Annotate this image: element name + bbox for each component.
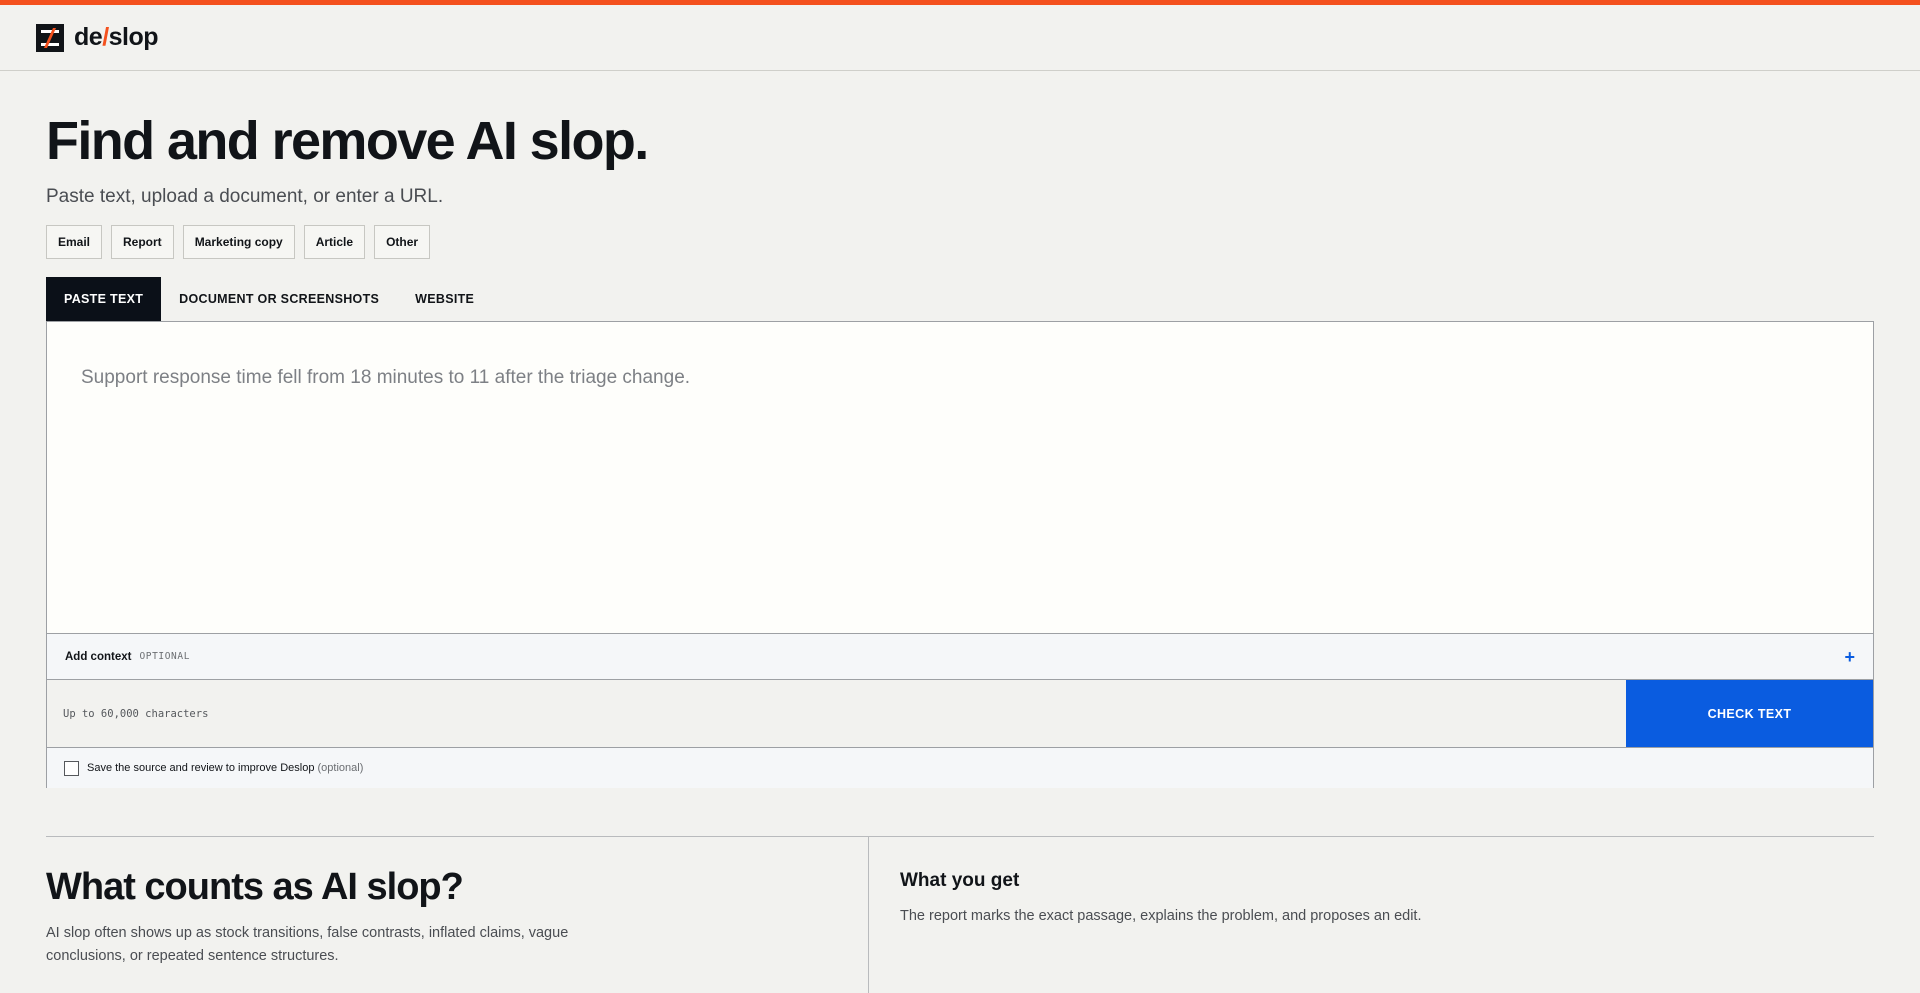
- text-input-placeholder: Support response time fell from 18 minut…: [81, 367, 691, 388]
- optional-tag: OPTIONAL: [139, 651, 191, 662]
- tab-paste-text[interactable]: PASTE TEXT: [46, 277, 162, 321]
- add-context-toggle[interactable]: Add context OPTIONAL +: [47, 634, 1873, 680]
- character-limit-note: Up to 60,000 characters: [63, 707, 209, 720]
- what-you-get-body: The report marks the exact passage, expl…: [900, 908, 1422, 924]
- tab-website[interactable]: WEBSITE: [397, 277, 492, 321]
- what-you-get-title: What you get: [900, 870, 1020, 891]
- chip-marketing-copy[interactable]: Marketing copy: [182, 225, 295, 259]
- logo-wordmark: de/slop: [74, 23, 159, 51]
- section-divider: [46, 836, 1874, 837]
- input-panel: Support response time fell from 18 minut…: [46, 321, 1874, 788]
- column-divider: [868, 837, 869, 993]
- chip-other[interactable]: Other: [374, 225, 431, 259]
- logo-link[interactable]: de/slop: [36, 23, 159, 52]
- page-subtitle: Paste text, upload a document, or enter …: [46, 186, 444, 207]
- info-section-body: AI slop often shows up as stock transiti…: [46, 925, 569, 964]
- check-text-button[interactable]: CHECK TEXT: [1626, 680, 1873, 747]
- save-consent-label: Save the source and review to improve De…: [87, 762, 364, 774]
- save-consent-checkbox[interactable]: [64, 760, 79, 776]
- info-section-title: What counts as AI slop?: [46, 866, 464, 908]
- text-input-area[interactable]: Support response time fell from 18 minut…: [47, 322, 1873, 634]
- tab-document-or-screenshots[interactable]: DOCUMENT OR SCREENSHOTS: [161, 277, 397, 321]
- site-header: de/slop: [0, 5, 1920, 71]
- page-title: Find and remove AI slop.: [46, 111, 649, 171]
- plus-icon[interactable]: +: [1844, 648, 1855, 666]
- chip-email[interactable]: Email: [46, 225, 103, 259]
- chip-article[interactable]: Article: [303, 225, 366, 259]
- chip-report[interactable]: Report: [111, 225, 174, 259]
- document-type-chips: Email Report Marketing copy Article Othe…: [46, 225, 431, 259]
- action-bar: Up to 60,000 characters CHECK TEXT: [47, 680, 1873, 748]
- logo-mark-icon: [36, 23, 64, 52]
- add-context-label: Add context: [65, 650, 132, 663]
- save-consent-row: Save the source and review to improve De…: [47, 748, 1873, 788]
- input-mode-tabs: PASTE TEXT DOCUMENT OR SCREENSHOTS WEBSI…: [46, 277, 492, 321]
